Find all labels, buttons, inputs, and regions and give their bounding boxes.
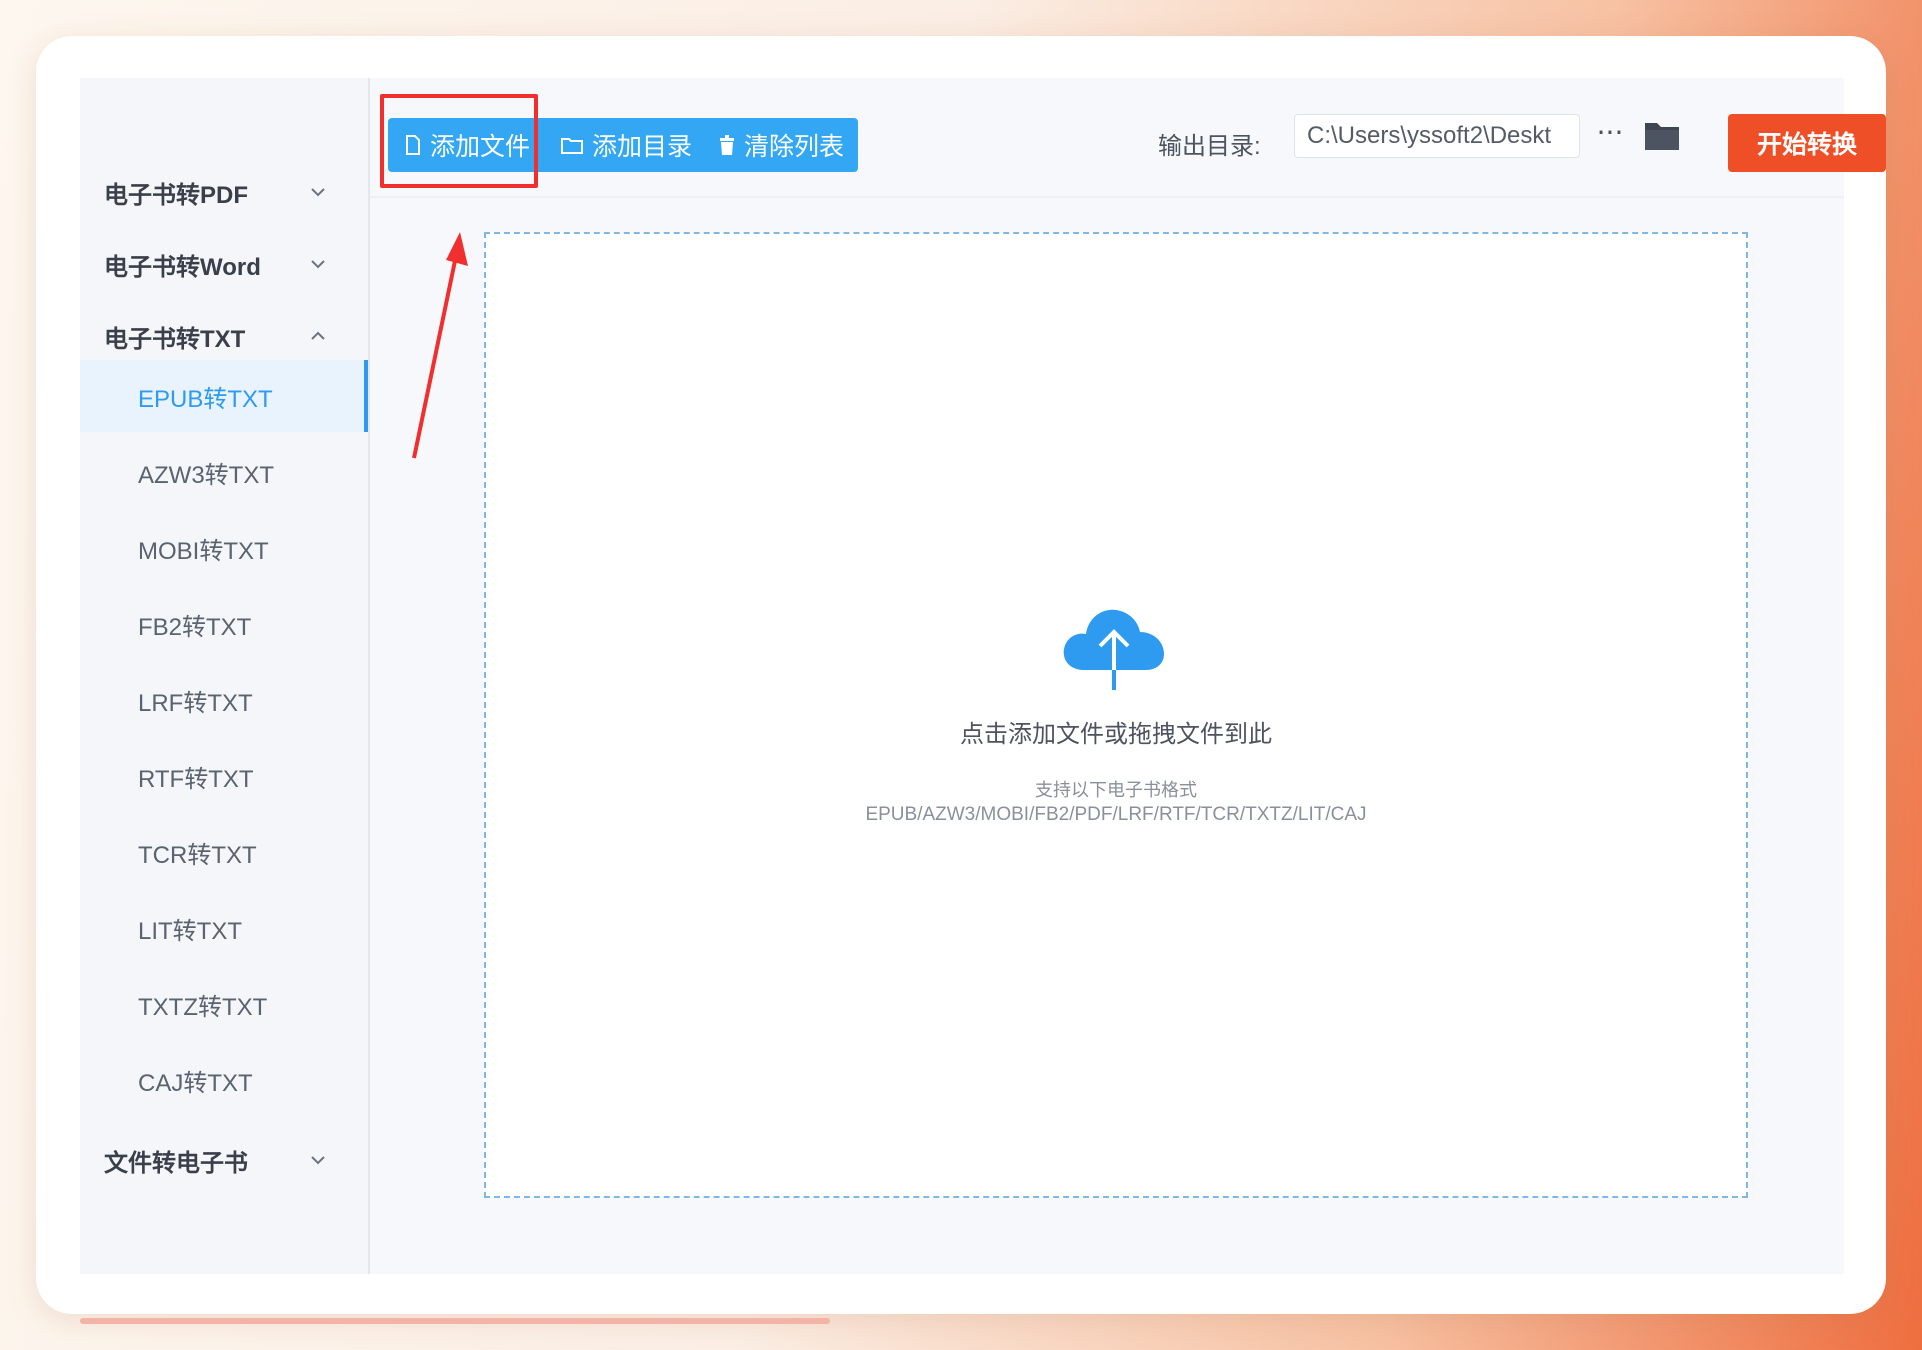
sidebar-item-label: MOBI转TXT — [138, 537, 269, 565]
trash-icon — [720, 135, 734, 155]
chevron-up-icon — [311, 331, 325, 340]
sidebar-item-epub-to-txt[interactable]: EPUB转TXT — [80, 360, 368, 432]
sidebar-item-mobi-to-txt[interactable]: MOBI转TXT — [80, 512, 368, 584]
app-window: 电子书转PDF 电子书转Word 电子书转TXT EPUB转TXT AZW3转T… — [80, 78, 1886, 1274]
sidebar-group-ebook-to-pdf[interactable]: 电子书转PDF — [104, 172, 344, 212]
sidebar-item-label: FB2转TXT — [138, 613, 252, 641]
toolbar-button-group: 添加文件 添加目录 清除列表 — [388, 118, 858, 172]
sidebar-item-label: TCR转TXT — [138, 841, 257, 869]
sidebar-group-ebook-to-word[interactable]: 电子书转Word — [104, 244, 344, 284]
chevron-down-icon — [311, 188, 325, 197]
drop-zone-instruction: 点击添加文件或拖拽文件到此 — [960, 721, 1272, 748]
sidebar-group-label: 文件转电子书 — [104, 1149, 248, 1177]
sidebar-item-rtf-to-txt[interactable]: RTF转TXT — [80, 740, 368, 812]
start-conversion-button[interactable]: 开始转换 — [1728, 114, 1886, 172]
sidebar-item-label: TXTZ转TXT — [138, 993, 268, 1021]
sidebar-item-label: RTF转TXT — [138, 765, 254, 793]
sidebar-item-tcr-to-txt[interactable]: TCR转TXT — [80, 816, 368, 888]
supported-formats-list: EPUB/AZW3/MOBI/FB2/PDF/LRF/RTF/TCR/TXTZ/… — [865, 804, 1367, 825]
file-drop-zone[interactable]: 点击添加文件或拖拽文件到此 支持以下电子书格式 EPUB/AZW3/MOBI/F… — [484, 232, 1748, 1198]
open-folder-button[interactable] — [1642, 118, 1682, 154]
sidebar-item-azw3-to-txt[interactable]: AZW3转TXT — [80, 436, 368, 508]
folder-icon — [1645, 123, 1679, 150]
sidebar-group-ebook-to-txt[interactable]: 电子书转TXT — [104, 316, 344, 356]
sidebar-item-txtz-to-txt[interactable]: TXTZ转TXT — [80, 968, 368, 1040]
sidebar-item-label: LRF转TXT — [138, 689, 253, 717]
clear-list-label: 清除列表 — [744, 133, 845, 161]
chevron-down-icon — [311, 260, 325, 269]
output-directory-label: 输出目录: — [1158, 133, 1261, 160]
chevron-down-icon — [311, 1156, 325, 1165]
folder-icon — [561, 138, 583, 154]
sidebar-group-label: 电子书转PDF — [104, 181, 248, 209]
sidebar-item-caj-to-txt[interactable]: CAJ转TXT — [80, 1044, 368, 1116]
sidebar-item-lrf-to-txt[interactable]: LRF转TXT — [80, 664, 368, 736]
add-file-button[interactable]: 添加文件 — [404, 118, 530, 172]
sidebar-group-label: 电子书转Word — [104, 253, 261, 281]
add-directory-label: 添加目录 — [592, 133, 693, 161]
add-directory-button[interactable]: 添加目录 — [560, 118, 692, 172]
sidebar-item-label: CAJ转TXT — [138, 1069, 253, 1097]
sidebar: 电子书转PDF 电子书转Word 电子书转TXT EPUB转TXT AZW3转T… — [80, 78, 370, 1274]
add-file-label: 添加文件 — [430, 133, 531, 161]
sidebar-group-label: 电子书转TXT — [104, 325, 246, 353]
clear-list-button[interactable]: 清除列表 — [718, 118, 844, 172]
sidebar-group-file-to-ebook[interactable]: 文件转电子书 — [104, 1140, 344, 1180]
file-icon — [406, 135, 420, 155]
output-directory-input[interactable] — [1294, 114, 1580, 158]
browse-more-button[interactable]: ··· — [1592, 118, 1628, 154]
sidebar-item-label: LIT转TXT — [138, 917, 243, 945]
sidebar-item-fb2-to-txt[interactable]: FB2转TXT — [80, 588, 368, 660]
sidebar-item-label: EPUB转TXT — [138, 385, 273, 413]
toolbar: 添加文件 添加目录 清除列表 输出目录: ··· — [370, 78, 1886, 198]
cloud-upload-icon — [1063, 609, 1164, 690]
horizontal-scrollbar[interactable] — [80, 1318, 830, 1324]
sidebar-item-label: AZW3转TXT — [138, 461, 274, 489]
annotation-arrow-icon — [412, 232, 468, 459]
supported-formats-heading: 支持以下电子书格式 — [1035, 780, 1197, 800]
sidebar-item-lit-to-txt[interactable]: LIT转TXT — [80, 892, 368, 964]
